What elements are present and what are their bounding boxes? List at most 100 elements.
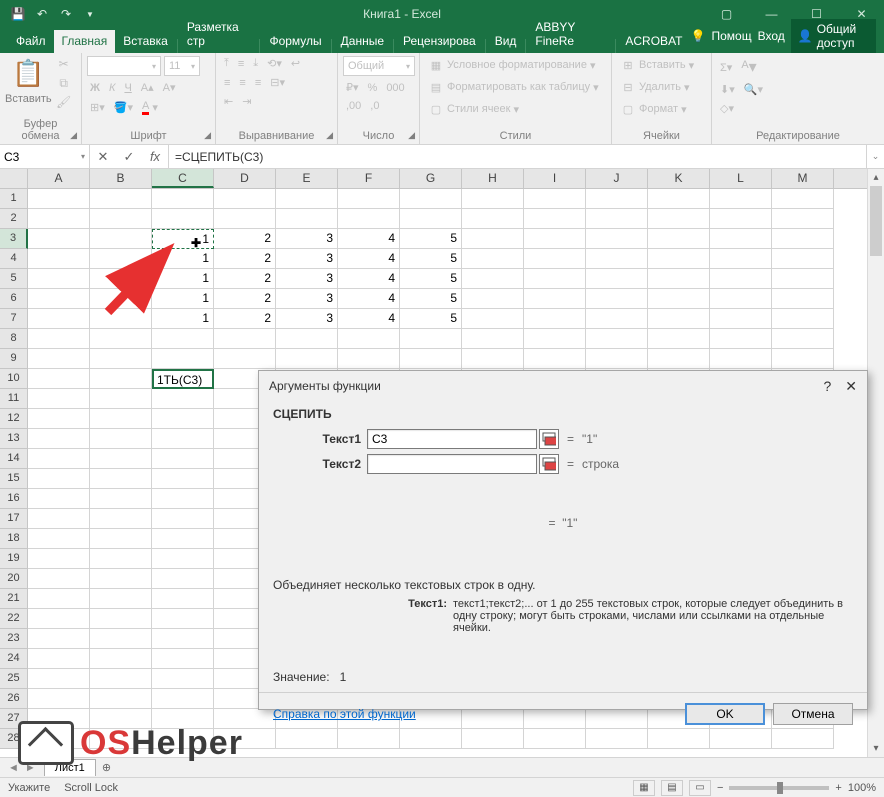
cell[interactable] [710,229,772,249]
row-header[interactable]: 12 [0,409,28,429]
fill-color-icon[interactable]: 🪣▾ [111,100,136,115]
cell[interactable]: 2 [214,249,276,269]
align-bottom-icon[interactable]: ⤓ [250,56,261,71]
cell[interactable] [648,249,710,269]
col-l[interactable]: L [710,169,772,188]
cell[interactable] [90,409,152,429]
dialog-close-icon[interactable]: ✕ [845,378,857,395]
cell[interactable] [90,289,152,309]
cell[interactable] [586,269,648,289]
cell[interactable] [152,569,214,589]
decrease-indent-icon[interactable]: ⇤ [221,94,236,109]
cell[interactable] [462,269,524,289]
cell[interactable] [152,509,214,529]
cell[interactable] [28,589,90,609]
cell[interactable] [28,429,90,449]
cell[interactable] [152,349,214,369]
cell[interactable] [710,189,772,209]
cell[interactable]: 1 [152,249,214,269]
page-break-view-icon[interactable]: ▭ [689,780,711,796]
autosum-icon[interactable]: Σ▾ [717,60,735,75]
fill-icon[interactable]: ⬇▾ [717,82,738,97]
cell[interactable] [772,289,834,309]
clipboard-icon[interactable]: 📋 [12,56,44,90]
cell[interactable] [276,189,338,209]
cell[interactable] [524,249,586,269]
col-b[interactable]: B [90,169,152,188]
cell[interactable] [648,289,710,309]
page-layout-view-icon[interactable]: ▤ [661,780,683,796]
underline-button[interactable]: Ч [121,81,134,95]
tab-abbyy[interactable]: ABBYY FineRe [527,16,614,53]
cell[interactable]: 2 [214,229,276,249]
cell[interactable] [586,249,648,269]
cell[interactable]: 1ТЬ(C3) [152,369,214,389]
row-header[interactable]: 15 [0,469,28,489]
row-header[interactable]: 6 [0,289,28,309]
cell[interactable]: 5 [400,289,462,309]
cell[interactable] [152,529,214,549]
align-middle-icon[interactable]: ≡ [235,57,247,71]
cell[interactable] [524,229,586,249]
col-m[interactable]: M [772,169,834,188]
col-k[interactable]: K [648,169,710,188]
row-header[interactable]: 3 [0,229,28,249]
cell[interactable]: 4 [338,229,400,249]
cell[interactable]: 3 [276,309,338,329]
cell[interactable] [772,329,834,349]
scrollbar-thumb[interactable] [870,186,882,256]
tab-review[interactable]: Рецензирова [395,30,484,53]
share-button[interactable]: 👤 Общий доступ [791,19,876,53]
cell[interactable] [586,329,648,349]
cell[interactable] [648,269,710,289]
cell[interactable]: 4 [338,249,400,269]
cell[interactable] [90,569,152,589]
merge-icon[interactable]: ⊟▾ [267,75,288,90]
cell[interactable] [524,209,586,229]
cell[interactable]: 4 [338,289,400,309]
cell[interactable] [90,629,152,649]
cell[interactable] [90,229,152,249]
cell[interactable] [710,349,772,369]
cell[interactable] [28,289,90,309]
col-h[interactable]: H [462,169,524,188]
cell[interactable]: 1 [152,269,214,289]
expand-formula-icon[interactable]: ⌄ [866,145,884,168]
row-header[interactable]: 26 [0,689,28,709]
scroll-up-icon[interactable]: ▴ [868,169,884,186]
row-header[interactable]: 16 [0,489,28,509]
paste-label[interactable]: Вставить [5,93,52,105]
tab-file[interactable]: Файл [8,30,54,53]
scroll-down-icon[interactable]: ▾ [868,740,884,757]
dialog-help-link[interactable]: Справка по этой функции [273,707,416,721]
col-j[interactable]: J [586,169,648,188]
percent-icon[interactable]: % [365,81,381,95]
row-header[interactable]: 25 [0,669,28,689]
shrink-font-icon[interactable]: A▾ [160,80,179,95]
cell[interactable] [90,649,152,669]
cell[interactable] [28,649,90,669]
font-size-combo[interactable]: 11▾ [164,56,200,76]
currency-icon[interactable]: ₽▾ [343,80,362,95]
cell[interactable] [276,209,338,229]
cell[interactable] [338,189,400,209]
cell[interactable] [28,529,90,549]
cell[interactable] [28,549,90,569]
tab-insert[interactable]: Вставка [115,30,176,53]
tab-formulas[interactable]: Формулы [261,30,329,53]
formula-input[interactable]: =СЦЕПИТЬ(C3) [169,145,866,168]
dialog-help-icon[interactable]: ? [823,378,831,395]
insert-cells-button[interactable]: ⊞Вставить ▾ [617,56,697,74]
cell[interactable]: 2 [214,269,276,289]
copy-icon[interactable]: ⧉ [56,75,72,91]
row-header[interactable]: 21 [0,589,28,609]
cell[interactable] [152,609,214,629]
clear-icon[interactable]: ◇▾ [717,101,737,116]
cell[interactable] [152,469,214,489]
align-top-icon[interactable]: ⤒ [221,56,232,71]
cell[interactable] [90,329,152,349]
cell[interactable] [152,389,214,409]
cell[interactable] [152,689,214,709]
cell[interactable] [90,529,152,549]
cell[interactable] [524,289,586,309]
